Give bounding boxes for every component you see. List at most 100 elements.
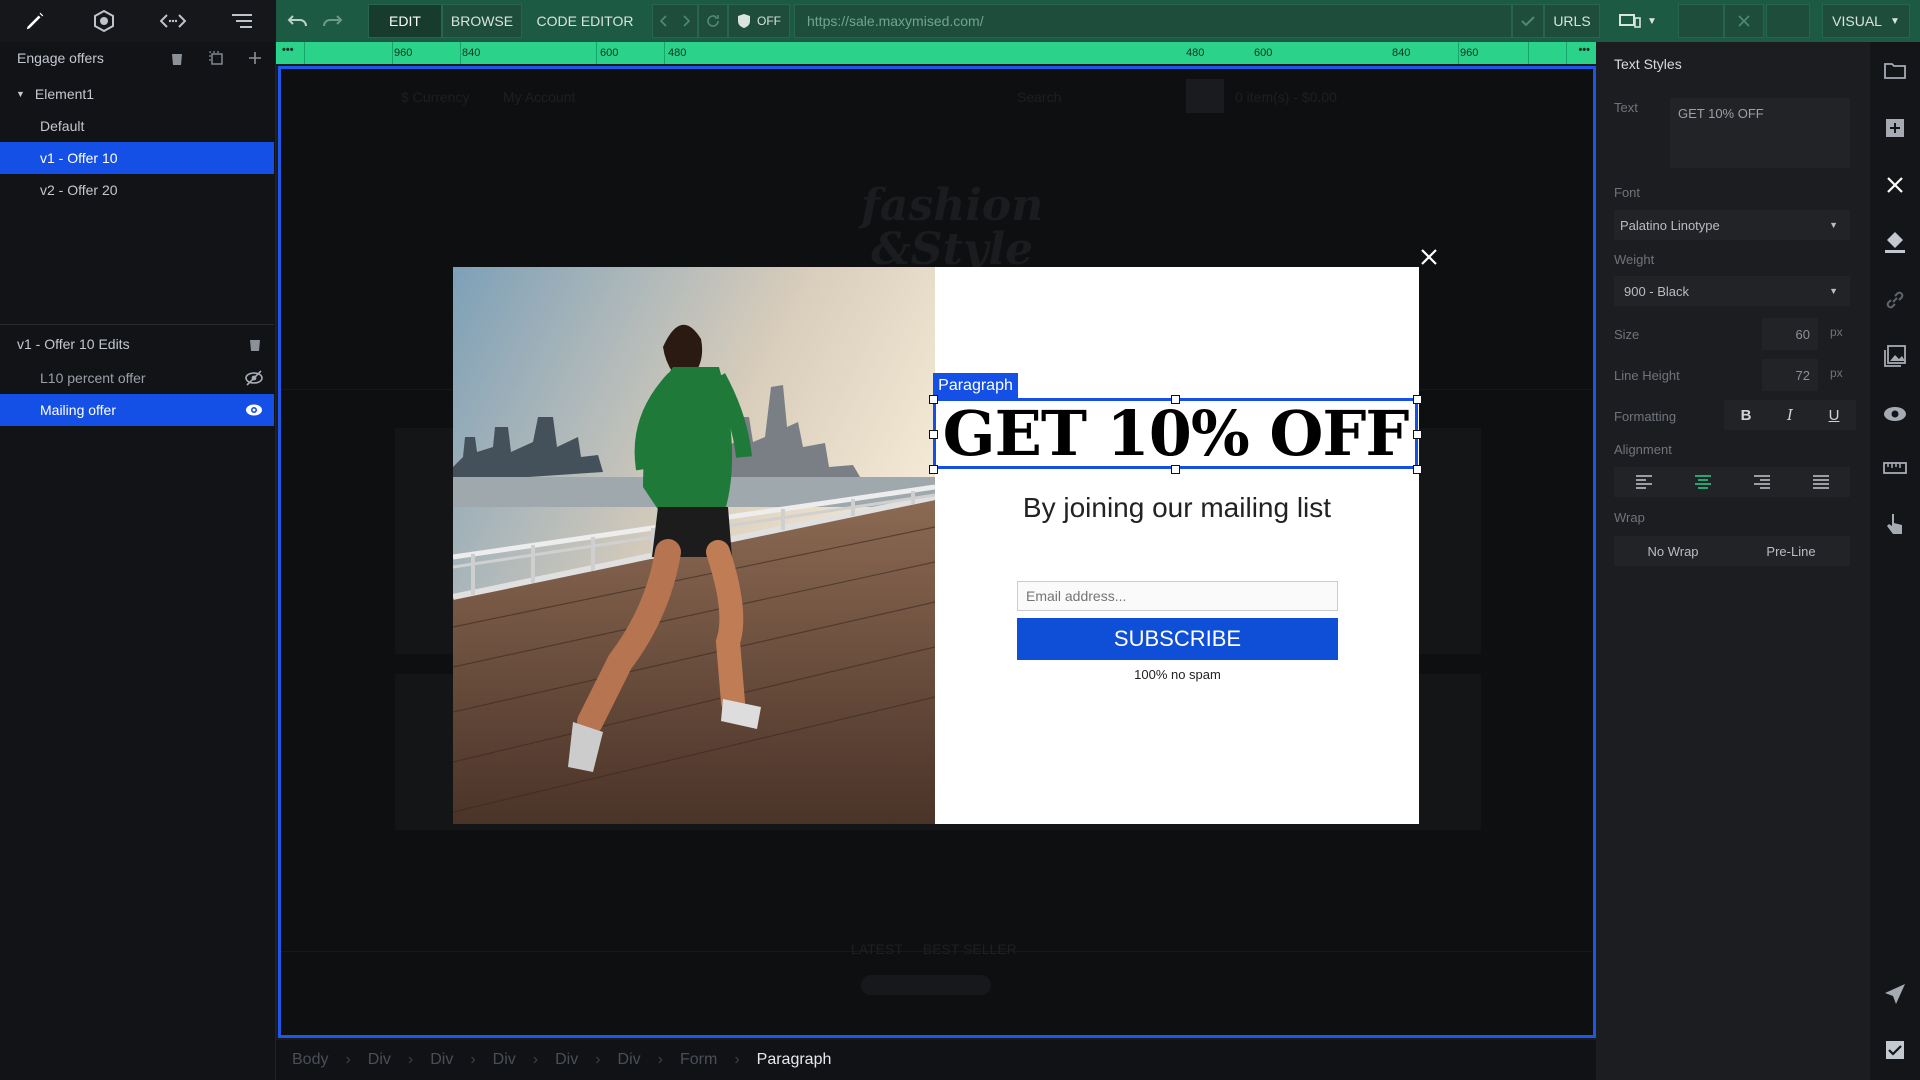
trash-icon[interactable] <box>248 336 262 352</box>
variant-item[interactable]: Default <box>0 110 274 142</box>
size-unit: px <box>1830 325 1843 339</box>
align-left-icon[interactable] <box>1614 467 1673 497</box>
checkbox-icon[interactable] <box>1870 1028 1920 1072</box>
code-editor-tab[interactable]: CODE EDITOR <box>530 4 640 38</box>
size-input[interactable]: 60 <box>1762 318 1818 350</box>
chevron-down-icon: ▼ <box>1829 286 1838 296</box>
refresh-icon[interactable] <box>698 4 728 38</box>
link-icon[interactable] <box>1870 278 1920 322</box>
align-center-icon[interactable] <box>1673 467 1732 497</box>
caret-down-icon[interactable]: ▼ <box>16 89 25 99</box>
runner-photo <box>453 267 935 824</box>
variant-item[interactable]: v2 - Offer 20 <box>0 174 274 206</box>
folder-icon[interactable] <box>1870 48 1920 92</box>
breadcrumb-item[interactable]: Body <box>292 1051 328 1069</box>
browse-tab[interactable]: BROWSE <box>442 4 522 38</box>
chevron-down-icon: ▼ <box>1889 15 1900 27</box>
undo-icon[interactable] <box>284 4 312 38</box>
variant-item-selected[interactable]: v1 - Offer 10 <box>0 142 274 174</box>
eye-icon[interactable] <box>244 402 264 418</box>
align-right-icon[interactable] <box>1732 467 1791 497</box>
breadcrumb-current[interactable]: Paragraph <box>757 1051 832 1069</box>
chevron-right-icon: › <box>734 1051 740 1068</box>
breadcrumb-item[interactable]: Div <box>555 1051 578 1069</box>
text-styles-panel: Text Styles Text GET 10% OFF Font Palati… <box>1596 42 1870 1080</box>
shield-state: OFF <box>757 14 781 28</box>
email-input[interactable] <box>1017 581 1338 611</box>
chevron-right-icon: › <box>407 1051 414 1068</box>
chevron-right-icon: › <box>470 1051 476 1068</box>
close-icon[interactable] <box>1870 163 1920 207</box>
edits-header: v1 - Offer 10 Edits <box>0 328 274 360</box>
panel-title: Text Styles <box>1614 56 1682 72</box>
breadcrumb-item[interactable]: Div <box>368 1051 391 1069</box>
breadcrumb-item[interactable]: Div <box>618 1051 641 1069</box>
mode-icon-bar <box>0 0 276 42</box>
eye-off-icon[interactable] <box>244 370 264 386</box>
close-preview-icon[interactable] <box>1724 4 1764 38</box>
edit-item-selected[interactable]: Mailing offer <box>0 394 274 426</box>
subscribe-button[interactable]: SUBSCRIBE <box>1017 618 1338 660</box>
underline-button[interactable]: U <box>1812 400 1856 430</box>
breadcrumb: Body › Div › Div › Div › Div › Div › Form › Par… <box>276 1040 1596 1080</box>
bg-tab: BEST SELLER <box>922 941 1017 957</box>
font-label: Font <box>1614 185 1641 200</box>
edit-tab[interactable]: EDIT <box>368 4 442 38</box>
add-icon[interactable] <box>1870 106 1920 150</box>
modal-close-icon[interactable] <box>1419 247 1439 267</box>
sort-icon[interactable] <box>207 0 276 42</box>
pre-line-button[interactable]: Pre-Line <box>1732 536 1850 566</box>
image-icon[interactable] <box>1870 334 1920 378</box>
paint-bucket-icon[interactable] <box>1870 220 1920 264</box>
toolbar-blank-2[interactable] <box>1766 4 1810 38</box>
device-selector[interactable]: ▼ <box>1610 4 1666 38</box>
edit-item-label: L10 percent offer <box>40 370 146 386</box>
font-select[interactable]: Palatino Linotype ▼ <box>1614 210 1850 240</box>
line-height-label: Line Height <box>1614 368 1680 383</box>
bold-button[interactable]: B <box>1724 400 1768 430</box>
weight-select[interactable]: 900 - Black ▼ <box>1614 276 1850 306</box>
duplicate-icon[interactable] <box>208 50 224 66</box>
redo-icon[interactable] <box>318 4 346 38</box>
ruler-label: 480 <box>668 47 687 59</box>
trash-icon[interactable] <box>170 50 184 66</box>
align-justify-icon[interactable] <box>1791 467 1850 497</box>
ruler-menu-left[interactable]: ••• <box>282 44 294 56</box>
ruler-menu-right[interactable]: ••• <box>1578 44 1590 56</box>
touch-icon[interactable] <box>1870 502 1920 546</box>
urls-button[interactable]: URLS <box>1544 4 1600 38</box>
tool-rail <box>1870 42 1920 1080</box>
settings-icon[interactable] <box>69 0 138 42</box>
mailing-modal: Paragraph GET 10% OFF By joining our mai… <box>453 267 1422 824</box>
view-mode-select[interactable]: VISUAL ▼ <box>1822 4 1910 38</box>
italic-button[interactable]: I <box>1768 400 1812 430</box>
weight-value: 900 - Black <box>1624 283 1690 299</box>
shield-toggle[interactable]: OFF <box>728 4 790 38</box>
text-value-field[interactable]: GET 10% OFF <box>1670 98 1850 168</box>
edit-item[interactable]: L10 percent offer <box>0 362 274 394</box>
element-label: Element1 <box>34 86 95 102</box>
history-nav <box>652 4 698 38</box>
no-wrap-button[interactable]: No Wrap <box>1614 536 1732 566</box>
toolbar-blank-1[interactable] <box>1678 4 1724 38</box>
selected-paragraph[interactable]: GET 10% OFF <box>933 397 1418 470</box>
add-icon[interactable] <box>247 50 263 66</box>
eye-icon[interactable] <box>1870 392 1920 436</box>
breadcrumb-item[interactable]: Div <box>430 1051 453 1069</box>
element-row[interactable]: ▼ Element1 <box>0 78 274 110</box>
pencil-icon[interactable] <box>0 0 69 42</box>
breadcrumb-item[interactable]: Form <box>680 1051 717 1069</box>
size-label: Size <box>1614 327 1640 342</box>
url-bar[interactable]: https://sale.maxymised.com/ <box>794 4 1512 38</box>
confirm-url-icon[interactable] <box>1512 4 1544 38</box>
line-height-input[interactable]: 72 <box>1762 359 1818 391</box>
text-label: Text <box>1614 100 1638 115</box>
ruler-icon[interactable] <box>1870 446 1920 490</box>
breadcrumb-item[interactable]: Div <box>493 1051 516 1069</box>
bg-tabs: LATEST BEST SELLER <box>851 941 1017 957</box>
bg-cart: 0 item(s) - $0.00 <box>1235 89 1337 105</box>
code-icon[interactable] <box>138 0 207 42</box>
send-icon[interactable] <box>1870 972 1920 1016</box>
selection-tag: Paragraph <box>933 373 1018 399</box>
device-icon <box>1619 14 1641 28</box>
